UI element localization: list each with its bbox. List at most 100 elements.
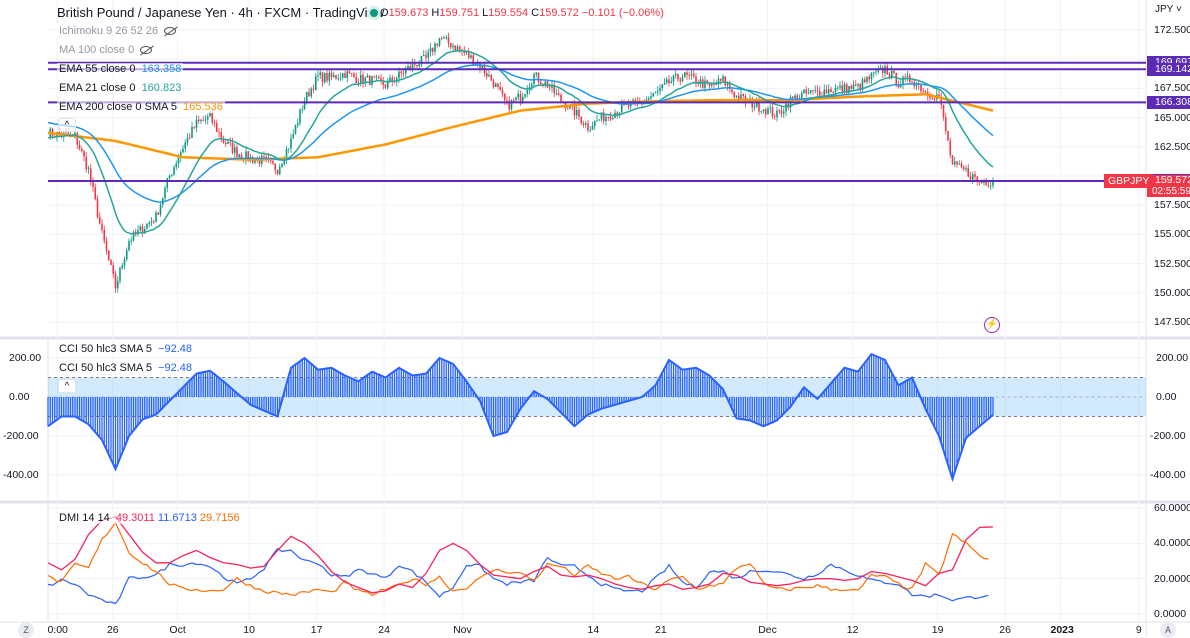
candle-body (195, 119, 198, 128)
candle-body (587, 123, 589, 131)
candle-body (227, 141, 229, 145)
candle-body (760, 111, 763, 112)
candle-body (539, 81, 542, 85)
candle-body (335, 75, 337, 79)
candle-body (879, 67, 882, 69)
candle-body (537, 72, 540, 82)
candle-body (294, 125, 297, 135)
price-tick-label: 157.500 (1154, 199, 1190, 212)
candle-body (890, 70, 893, 78)
price-level-label: 166.308 (1147, 95, 1190, 109)
cci-value: −92.48 (158, 343, 193, 355)
candle-body (735, 95, 738, 98)
dmi-tick-label: 0.0000 (1154, 608, 1187, 620)
candle-body (715, 84, 718, 86)
candle-body (218, 131, 220, 133)
candle-body (888, 74, 891, 78)
candle-body (830, 89, 832, 93)
candle-body (575, 109, 578, 116)
candle-body (872, 72, 875, 74)
candle-body (130, 240, 133, 242)
hidden-eye-icon[interactable] (140, 46, 153, 55)
legend-ichimoku[interactable]: Ichimoku 9 26 52 26 (57, 25, 179, 37)
candle-body (328, 72, 331, 81)
candle-body (213, 122, 216, 124)
legend-cci-1[interactable]: CCI 50 hlc3 SMA 5 −92.48 (57, 343, 195, 355)
candle-body (186, 137, 189, 143)
ema200-label: EMA 200 close 0 SMA 5 (59, 101, 178, 113)
candle-body (521, 96, 524, 102)
candle-body (868, 76, 871, 80)
candle-body (445, 36, 448, 38)
legend-ema200[interactable]: EMA 200 close 0 SMA 5 165.536 (57, 101, 225, 113)
candle-body (170, 174, 173, 176)
candle-body (773, 116, 776, 118)
candle-body (105, 241, 108, 251)
candle-body (886, 66, 889, 75)
candle-body (173, 167, 175, 175)
candle-body (290, 138, 292, 149)
candle-body (967, 168, 970, 177)
time-tick-label: 26 (106, 624, 119, 636)
cci-left-tick-label: 0.00 (9, 391, 30, 403)
candle-body (704, 80, 706, 88)
candle-body (519, 93, 522, 102)
legend-ma100[interactable]: MA 100 close 0 (57, 44, 155, 56)
candle-body (902, 76, 904, 85)
legend-dmi[interactable]: DMI 14 14 49.3011 11.6713 29.7156 (57, 512, 242, 524)
candle-body (224, 142, 227, 145)
candle-body (76, 132, 79, 145)
candle-body (188, 137, 191, 139)
candle-body (204, 119, 207, 121)
candle-body (353, 73, 355, 78)
candle-body (323, 73, 326, 83)
candle-body (841, 85, 844, 92)
candle-body (512, 100, 515, 101)
candle-body (944, 117, 947, 131)
candle-body (107, 250, 110, 260)
candle-body (78, 144, 81, 149)
candle-body (341, 73, 344, 78)
candle-body (494, 83, 497, 88)
time-tick-label: 2023 (1050, 624, 1074, 636)
currency-selector[interactable]: JPY ˅ (1155, 4, 1182, 15)
collapse-cci-button[interactable]: ^ (58, 379, 76, 393)
candle-body (452, 45, 454, 48)
candle-body (904, 76, 907, 78)
legend-ema21[interactable]: EMA 21 close 0 160.823 (57, 82, 184, 94)
ema55-label: EMA 55 close 0 (59, 63, 136, 75)
lightning-icon[interactable]: ⚡ (984, 317, 1000, 333)
candle-body (668, 79, 670, 84)
candle-body (278, 166, 281, 175)
hidden-eye-icon[interactable] (164, 27, 177, 36)
candle-body (434, 43, 436, 52)
legend-ema55[interactable]: EMA 55 close 0 163.358 (57, 63, 184, 75)
candle-body (330, 72, 333, 78)
candle-body (580, 116, 583, 124)
candle-body (719, 78, 722, 81)
candle-body (818, 90, 821, 96)
zoom-button[interactable]: Z (18, 622, 34, 638)
candle-body (497, 83, 499, 87)
auto-scale-button[interactable]: A (1160, 622, 1176, 638)
candle-body (722, 76, 724, 81)
candle-body (965, 168, 967, 170)
candle-body (852, 84, 855, 89)
candle-body (121, 265, 124, 268)
candle-body (146, 224, 148, 229)
chart-canvas[interactable] (0, 0, 1190, 637)
candle-body (800, 92, 803, 98)
candle-body (596, 120, 598, 121)
time-tick-label: 24 (378, 624, 390, 636)
candle-body (803, 89, 805, 93)
candle-body (620, 104, 623, 113)
candle-body (110, 259, 112, 266)
candle-body (985, 181, 988, 186)
candle-body (281, 164, 283, 167)
legend-cci-2[interactable]: CCI 50 hlc3 SMA 5 −92.48 (57, 362, 195, 374)
dmi-tick-label: 40.0000 (1154, 537, 1190, 550)
candle-body (209, 112, 211, 117)
candle-body (427, 51, 430, 58)
candle-body (238, 154, 241, 158)
collapse-legend-button[interactable]: ^ (58, 118, 76, 132)
